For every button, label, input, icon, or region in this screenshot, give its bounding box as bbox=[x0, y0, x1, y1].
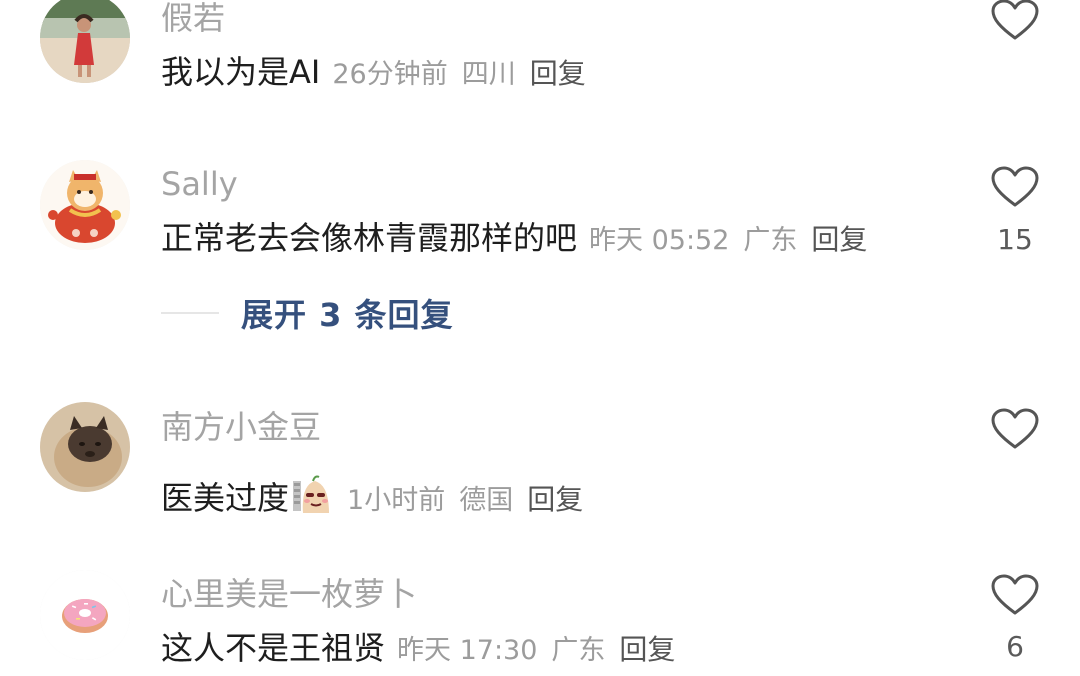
avatar-cat-photo-icon bbox=[40, 402, 130, 492]
username[interactable]: 心里美是一枚萝卜 bbox=[161, 578, 417, 610]
avatar[interactable] bbox=[40, 570, 130, 660]
reply-button[interactable]: 回复 bbox=[527, 486, 583, 514]
expand-replies-label[interactable]: 展开 3 条回复 bbox=[241, 290, 454, 336]
avatar[interactable] bbox=[40, 160, 130, 250]
comment-location: 四川 bbox=[461, 59, 516, 90]
like-count: 6 bbox=[1006, 630, 1024, 663]
comment-text: 医美过度 bbox=[161, 479, 290, 517]
comment-text: 这人不是王祖贤 bbox=[161, 629, 386, 667]
expand-replies[interactable]: 展开 3 条回复 bbox=[161, 290, 454, 336]
avatar-shiba-lucky-bag-icon bbox=[40, 160, 130, 250]
comment-line: 正常老去会像林青霞那样的吧 昨天 05:52 广东 回复 bbox=[161, 222, 867, 254]
avatar-pink-donut-icon bbox=[40, 570, 130, 660]
heart-outline-icon bbox=[991, 166, 1039, 207]
comment-text: 正常老去会像林青霞那样的吧 bbox=[161, 219, 578, 257]
divider-line bbox=[161, 312, 219, 314]
like-button[interactable] bbox=[990, 0, 1040, 42]
heart-outline-icon bbox=[991, 574, 1039, 615]
reply-button[interactable]: 回复 bbox=[619, 636, 675, 664]
heart-outline-icon bbox=[991, 0, 1039, 40]
heart-outline-icon bbox=[991, 408, 1039, 449]
like-button[interactable] bbox=[990, 165, 1040, 209]
like-button[interactable] bbox=[990, 573, 1040, 617]
username[interactable]: 假若 bbox=[161, 2, 225, 34]
comment-location: 广东 bbox=[743, 225, 798, 256]
comment-time: 昨天 05:52 bbox=[589, 225, 730, 256]
username[interactable]: 南方小金豆 bbox=[161, 411, 321, 443]
comment-time: 26分钟前 bbox=[332, 59, 448, 90]
like-button[interactable] bbox=[990, 407, 1040, 451]
username[interactable]: Sally bbox=[161, 168, 238, 200]
reply-button[interactable]: 回复 bbox=[530, 60, 586, 88]
comment-time: 1小时前 bbox=[347, 485, 446, 516]
comment-location: 广东 bbox=[551, 635, 606, 666]
like-count: 15 bbox=[997, 223, 1033, 256]
emoji-smug-face-icon bbox=[291, 473, 335, 517]
reply-button[interactable]: 回复 bbox=[811, 226, 867, 254]
comment-line: 我以为是AI 26分钟前 四川 回复 bbox=[161, 56, 586, 88]
comment-text: 我以为是AI bbox=[161, 53, 321, 91]
comment-line: 医美过度 1小时前 德国 回复 bbox=[161, 465, 583, 514]
comment-location: 德国 bbox=[459, 485, 514, 516]
comment-time: 昨天 17:30 bbox=[397, 635, 538, 666]
avatar[interactable] bbox=[40, 402, 130, 492]
avatar[interactable] bbox=[40, 0, 130, 83]
avatar-photo-woman-red-dress-icon bbox=[40, 0, 130, 83]
comment-line: 这人不是王祖贤 昨天 17:30 广东 回复 bbox=[161, 632, 675, 664]
